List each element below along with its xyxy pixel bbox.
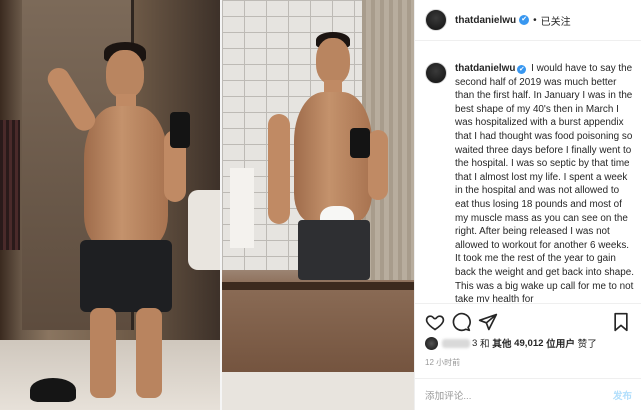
caption-text: I would have to say the second half of 2… [455,63,634,302]
header-username[interactable]: thatdaniel­wu [455,15,516,26]
photo-left-before [0,0,220,410]
likes-others[interactable]: 其他 [492,336,511,350]
post-comment-button[interactable]: 发布 [613,388,632,402]
action-bar [415,303,641,333]
avatar[interactable] [425,9,447,31]
likes-user-suffix[interactable]: 3 [472,338,477,349]
likes-summary: 3 和 其他 49,012 位用户 赞了 [425,336,597,350]
head [316,38,350,84]
bookmark-icon [614,312,628,332]
share-button[interactable] [478,312,498,332]
pants [298,220,370,280]
caption-avatar[interactable] [425,62,447,84]
caption-body: thatdanielwu ✔ I would have to say the se… [455,62,635,302]
paper-plane-icon [478,313,498,331]
comment-button[interactable] [451,312,471,332]
post-header: thatdaniel­wu ✔ • 已关注 [415,0,641,41]
blurred-username [442,338,470,348]
towel [230,168,254,248]
likes-count[interactable]: 49,012 [514,338,543,349]
caption-username[interactable]: thatdanielwu [455,63,515,74]
post-photo[interactable] [0,0,414,410]
post-timestamp[interactable]: 12 小时前 [425,357,460,368]
liker-avatar[interactable] [425,336,438,350]
right-arm [368,130,388,200]
left-arm [268,114,290,224]
comment-bubble-icon [452,312,471,332]
instagram-post-view: thatdaniel­wu ✔ • 已关注 thatdanielwu ✔ I wo… [0,0,641,410]
man-after [264,30,404,280]
likes-liked: 赞了 [577,339,597,350]
likes-and: 和 [480,339,490,350]
caption-verified-badge-icon: ✔ [517,65,527,74]
caption: thatdanielwu ✔ I would have to say the se… [425,62,637,302]
photo-right-after [222,0,414,410]
comment-input[interactable]: 添加评论... [425,388,471,402]
shorts [80,240,172,312]
man-before [43,40,200,410]
mirror-frame [222,282,414,290]
following-button[interactable]: 已关注 [541,13,571,28]
like-button[interactable] [425,312,445,332]
torso [84,106,168,246]
right-leg [136,308,162,398]
post-sidebar: thatdaniel­wu ✔ • 已关注 thatdanielwu ✔ I wo… [414,0,641,410]
heart-icon [425,315,445,331]
sink-counter [222,372,414,410]
comment-bar: 添加评论... 发布 [415,378,641,410]
curtain [0,120,20,250]
save-button[interactable] [611,312,631,332]
header-separator: • [533,14,537,26]
phone [170,112,190,148]
likes-users[interactable]: 位用户 [546,336,575,350]
phone [350,128,370,158]
verified-badge-icon: ✔ [519,15,530,25]
left-leg [90,308,116,398]
head [106,50,144,98]
